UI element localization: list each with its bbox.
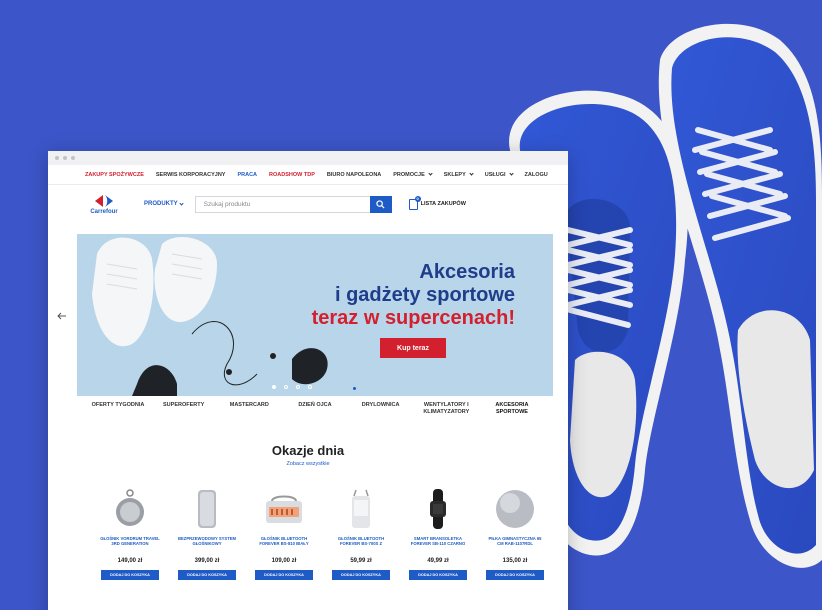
topnav-item-biuro[interactable]: Biuro Napoleona — [327, 172, 381, 178]
carrefour-logo[interactable]: Carrefour — [84, 194, 124, 215]
topnav-item-roadshow[interactable]: Roadshow TDP — [269, 172, 315, 178]
product-card[interactable]: Piłka gimnastyczna 65 cm RAB-1107Rdl 135… — [485, 486, 545, 580]
browser-chrome — [48, 151, 568, 165]
product-list: Głośnik Vordrum Travel 3rd Generation 14… — [100, 486, 545, 580]
search-input[interactable] — [194, 195, 370, 213]
gym-ball-icon[interactable] — [485, 486, 545, 532]
category-tab[interactable]: Oferty tygodnia — [89, 402, 147, 416]
product-price: 59,99 zł — [350, 558, 372, 564]
product-price: 399,00 zł — [194, 558, 220, 564]
category-tabs: Oferty tygodnia Superoferty Mastercard D… — [77, 402, 553, 416]
product-name[interactable]: Smart bransoletka Forever SB-110 czarno — [408, 536, 468, 552]
section-title: Okazje dnia — [271, 443, 345, 458]
carousel-dot[interactable] — [272, 385, 276, 389]
add-to-cart-button[interactable]: Dodaj do koszyka — [178, 570, 236, 580]
topnav-item-serwis[interactable]: Serwis korporacyjny — [156, 172, 226, 178]
top-navigation: Zakupy spożywcze Serwis korporacyjny Pra… — [48, 165, 568, 185]
shopping-list-count: 0 — [414, 195, 421, 202]
logo-text: Carrefour — [90, 208, 118, 215]
add-to-cart-button[interactable]: Dodaj do koszyka — [409, 570, 467, 580]
topnav-item-zaloguj[interactable]: Zalogu — [525, 172, 548, 178]
hero-line-2: i gadżety sportowe — [334, 284, 515, 306]
add-to-cart-button[interactable]: Dodaj do koszyka — [101, 570, 159, 580]
category-tab[interactable]: Superoferty — [155, 402, 213, 416]
carousel-dots — [272, 385, 312, 389]
kup-teraz-button[interactable]: Kup teraz — [380, 338, 446, 358]
hero-line-3: teraz w supercenach! — [311, 307, 515, 329]
carousel-dot[interactable] — [284, 385, 288, 389]
add-to-cart-button[interactable]: Dodaj do koszyka — [332, 570, 390, 580]
topnav-item-uslugi[interactable]: Usługi — [485, 171, 514, 178]
topnav-item-zakupy[interactable]: Zakupy spożywcze — [85, 172, 144, 178]
chevron-down-icon — [508, 171, 514, 176]
shopping-list-icon: 0 — [408, 195, 421, 210]
product-price: 135,00 zł — [502, 558, 528, 564]
category-tab[interactable]: Wentylatory i klimatyzatory — [417, 402, 475, 416]
smart-band-icon[interactable] — [408, 486, 468, 532]
search-icon — [376, 199, 385, 209]
carousel-dot[interactable] — [296, 385, 300, 389]
product-name[interactable]: Głośnik Bluetooth Forever BS-700S Z — [331, 536, 391, 552]
speaker-tower-icon[interactable] — [177, 486, 237, 532]
carrefour-logo-icon — [95, 194, 113, 207]
carousel-dot[interactable] — [308, 385, 312, 389]
carousel-indicator — [353, 387, 356, 390]
product-name[interactable]: Piłka gimnastyczna 65 cm RAB-1107Rdl — [485, 536, 545, 552]
speaker-round-icon[interactable] — [100, 486, 160, 532]
shopping-list-label: Lista zakupów — [420, 201, 466, 207]
product-name[interactable]: Głośnik Vordrum Travel 3rd Generation — [100, 536, 160, 552]
category-tab[interactable]: Dzień Ojca — [286, 402, 344, 416]
radio-speaker-icon[interactable] — [254, 486, 314, 532]
window-dot[interactable] — [71, 156, 75, 160]
product-card[interactable]: Głośnik Vordrum Travel 3rd Generation 14… — [100, 486, 160, 580]
chevron-down-icon — [428, 171, 433, 176]
shopping-list-link[interactable]: 0 Lista zakupów — [408, 195, 466, 210]
search-bar — [194, 195, 392, 213]
topnav-item-praca[interactable]: Praca — [237, 172, 257, 178]
product-price: 109,00 zł — [271, 558, 297, 564]
produkty-label: Produkty — [144, 201, 178, 207]
add-to-cart-button[interactable]: Dodaj do koszyka — [486, 570, 544, 580]
topnav-item-promocje[interactable]: Promocje — [393, 171, 433, 178]
window-dot[interactable] — [63, 156, 67, 160]
lantern-speaker-icon[interactable] — [331, 486, 391, 532]
produkty-dropdown[interactable]: Produkty — [144, 200, 184, 207]
add-to-cart-button[interactable]: Dodaj do koszyka — [255, 570, 313, 580]
hero-line-1: Akcesoria — [419, 261, 515, 283]
product-card[interactable]: Głośnik Bluetooth Forever BS-810 biały 1… — [254, 486, 314, 580]
arrow-left-icon[interactable] — [57, 311, 67, 321]
product-price: 49,99 zł — [427, 558, 449, 564]
hero-banner[interactable]: Akcesoria i gadżety sportowe teraz w sup… — [77, 234, 553, 396]
product-name[interactable]: Głośnik Bluetooth Forever BS-810 biały — [254, 536, 314, 552]
chevron-down-icon — [469, 171, 474, 176]
topnav-item-sklepy[interactable]: Sklepy — [444, 171, 474, 178]
product-name[interactable]: Bezprzewodowy system głośnikowy — [177, 536, 237, 552]
see-all-link[interactable]: Zobacz wszystkie — [48, 461, 568, 467]
search-button[interactable] — [369, 195, 392, 213]
product-card[interactable]: Głośnik Bluetooth Forever BS-700S Z 59,9… — [331, 486, 391, 580]
window-dot[interactable] — [55, 156, 59, 160]
product-price: 149,00 zł — [117, 558, 143, 564]
browser-window: Zakupy spożywcze Serwis korporacyjny Pra… — [48, 151, 568, 610]
hero-headline: Akcesoria i gadżety sportowe teraz w sup… — [312, 261, 515, 330]
site-header: Carrefour Produkty 0 Lista zakupów — [48, 185, 568, 223]
product-card[interactable]: Smart bransoletka Forever SB-110 czarno … — [408, 486, 468, 580]
category-tab[interactable]: Drylownica — [352, 402, 410, 416]
product-card[interactable]: Bezprzewodowy system głośnikowy 399,00 z… — [177, 486, 237, 580]
chevron-down-icon — [179, 200, 184, 206]
category-tab-active[interactable]: Akcesoria sportowe — [483, 402, 541, 416]
category-tab[interactable]: Mastercard — [220, 402, 278, 416]
